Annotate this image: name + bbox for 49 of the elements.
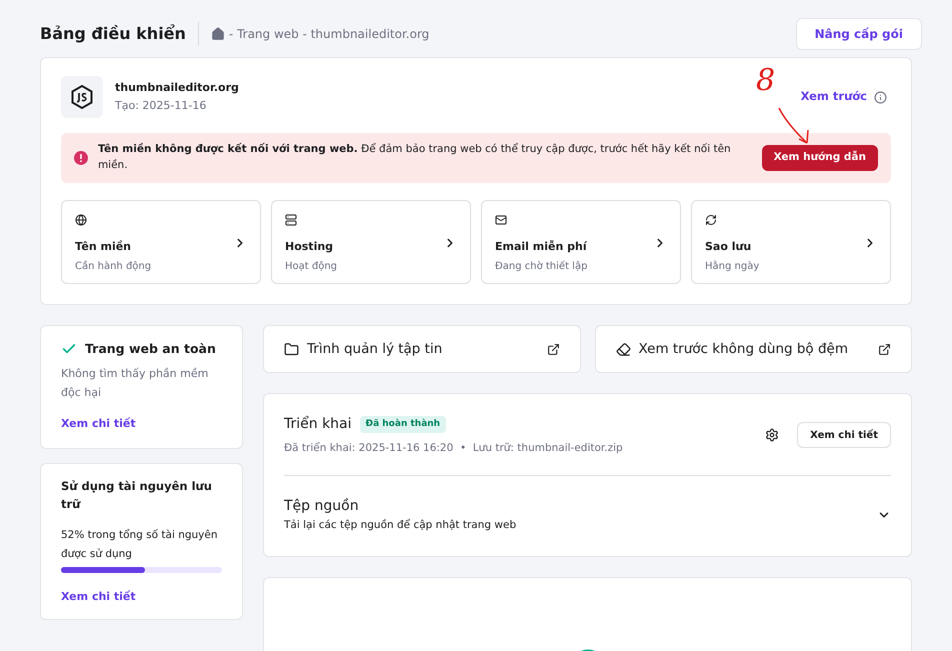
service-tile[interactable]: Tên miền Cần hành động (61, 200, 261, 284)
eraser-icon (616, 342, 630, 356)
tile-status: Cần hành động (75, 260, 152, 274)
details-button[interactable]: Xem chi tiết (797, 422, 891, 448)
tile-status: Hoạt động (285, 260, 338, 274)
preview-link[interactable]: Xem trước (800, 88, 867, 106)
source-text: Tải lại các tệp nguồn để cập nhật trang web (284, 518, 516, 533)
refresh-icon (705, 214, 717, 226)
service-tile[interactable]: Hosting Hoạt động (271, 200, 471, 284)
security-title: Trang web an toàn (85, 340, 216, 358)
alert-message: Tên miền không được kết nối với trang web. Để đảm bảo trang web có thể truy cập được, trước hết hãy kết nối tên miền. (98, 142, 732, 173)
guide-button[interactable]: Xem hướng dẫn (762, 145, 878, 171)
tile-title: Tên miền (75, 239, 132, 255)
external-link-icon (878, 342, 891, 356)
info-icon[interactable] (874, 90, 887, 104)
storage-title: Sử dụng tài nguyên lưu trữ (61, 478, 213, 512)
server-icon (285, 214, 297, 226)
storage-text: 52% trong tổng số tài nguyên được sử dụng (61, 528, 219, 562)
tile-title: Hosting (285, 239, 334, 255)
external-link-icon (546, 342, 560, 356)
deploy-meta: Đã triển khai: 2025-11-16 16:20 • Lưu trữ: thumbnail-editor.zip (284, 441, 623, 456)
source-title: Tệp nguồn (284, 496, 360, 516)
tile-status: Hằng ngày (705, 259, 760, 274)
service-tile[interactable]: Sao lưu Hằng ngày (691, 200, 891, 284)
js-hexagon-icon (71, 85, 93, 109)
source-files-row[interactable]: Tệp nguồn Tải lại các tệp nguồn để cập nhật trang web (284, 476, 891, 556)
home-icon[interactable] (210, 27, 225, 41)
security-text: Không tìm thấy phần mềm độc hại (61, 366, 210, 401)
error-icon (74, 151, 88, 165)
tile-title: Email miễn phí (495, 239, 588, 255)
deploy-title: Triển khai (284, 414, 352, 434)
details-link[interactable]: Xem chi tiết (61, 416, 222, 432)
globe-icon (75, 214, 87, 226)
shortcut-card[interactable]: Xem trước không dùng bộ đệm (594, 325, 912, 373)
handwritten-annotation: 8 (756, 66, 776, 96)
page-title: Bảng điều khiển (40, 22, 199, 46)
breadcrumb: - Trang web - thumbnaileditor.org (228, 26, 430, 43)
mail-icon (495, 214, 507, 226)
status-badge: Đã hoàn thành (360, 416, 446, 434)
upgrade-button[interactable]: Nâng cấp gói (796, 18, 922, 50)
details-link[interactable]: Xem chi tiết (61, 588, 222, 606)
folder-icon (284, 342, 299, 356)
created-date: Tạo: 2025-11-16 (115, 98, 208, 114)
settings-icon[interactable] (765, 428, 780, 442)
tile-title: Sao lưu (705, 239, 752, 255)
site-name: thumbnaileditor.org (115, 80, 239, 96)
tile-status: Đang chờ thiết lập (495, 260, 588, 274)
service-tile[interactable]: Email miễn phí Đang chờ thiết lập (481, 200, 681, 284)
shortcut-card[interactable]: Trình quản lý tập tin (263, 325, 580, 373)
